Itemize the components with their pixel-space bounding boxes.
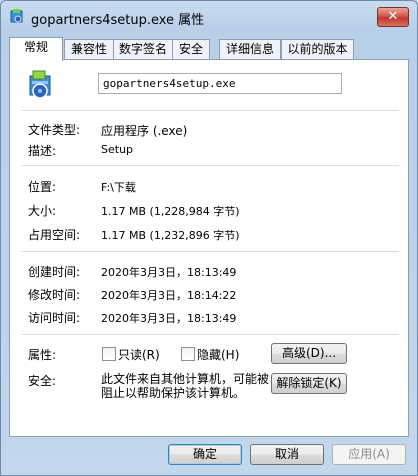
location-value: F:\下载 — [101, 181, 136, 194]
hidden-label[interactable]: 隐藏(H) — [197, 346, 239, 363]
properties-window: gopartners4setup.exe 属性 ✕ 常规 兼容性 数字签名 安全… — [0, 0, 418, 476]
location-label: 位置: — [28, 180, 57, 194]
tab-bar: 常规 兼容性 数字签名 安全 详细信息 以前的版本 — [9, 37, 409, 61]
file-type-label: 文件类型: — [28, 123, 81, 137]
file-name-field[interactable]: gopartners4setup.exe — [98, 73, 342, 94]
modified-label: 修改时间: — [28, 288, 81, 302]
tab-security[interactable]: 安全 — [172, 39, 210, 59]
size-on-disk-value: 1.17 MB (1,232,896 字节) — [101, 229, 240, 242]
created-label: 创建时间: — [28, 265, 81, 279]
size-label: 大小: — [28, 204, 57, 218]
advanced-button[interactable]: 高级(D)... — [271, 343, 347, 364]
size-on-disk-label: 占用空间: — [28, 228, 81, 242]
cancel-button[interactable]: 取消 — [250, 444, 324, 465]
setup-program-icon — [29, 70, 51, 99]
security-label: 安全: — [28, 374, 57, 388]
attributes-label: 属性: — [28, 348, 57, 362]
description-value: Setup — [101, 143, 134, 156]
close-button[interactable]: ✕ — [377, 7, 409, 27]
tab-details[interactable]: 详细信息 — [219, 39, 281, 59]
size-value: 1.17 MB (1,228,984 字节) — [101, 205, 240, 218]
accessed-value: 2020年3月3日，18:13:49 — [101, 312, 237, 325]
description-label: 描述: — [28, 144, 57, 158]
readonly-checkbox[interactable] — [102, 347, 116, 361]
apply-button[interactable]: 应用(A) — [332, 444, 406, 465]
created-value: 2020年3月3日，18:13:49 — [101, 266, 237, 279]
separator — [21, 334, 399, 335]
title-bar[interactable]: gopartners4setup.exe 属性 ✕ — [1, 1, 417, 31]
app-icon-small — [10, 9, 23, 23]
separator — [21, 110, 399, 111]
tab-previous-versions[interactable]: 以前的版本 — [281, 39, 354, 59]
window-title: gopartners4setup.exe 属性 — [31, 13, 205, 28]
tab-general[interactable]: 常规 — [9, 37, 63, 61]
ok-button[interactable]: 确定 — [168, 444, 242, 465]
unblock-button[interactable]: 解除锁定(K) — [271, 373, 347, 394]
separator — [21, 251, 399, 252]
readonly-label[interactable]: 只读(R) — [118, 346, 160, 363]
security-message: 此文件来自其他计算机，可能被阻止以帮助保护该计算机。 — [101, 372, 270, 400]
separator — [21, 165, 399, 166]
hidden-checkbox[interactable] — [181, 347, 195, 361]
file-type-value: 应用程序 (.exe) — [101, 124, 188, 138]
tab-digital-signatures[interactable]: 数字签名 — [113, 39, 173, 59]
tab-compatibility[interactable]: 兼容性 — [64, 39, 114, 59]
modified-value: 2020年3月3日，18:14:22 — [101, 289, 237, 302]
accessed-label: 访问时间: — [28, 311, 81, 325]
